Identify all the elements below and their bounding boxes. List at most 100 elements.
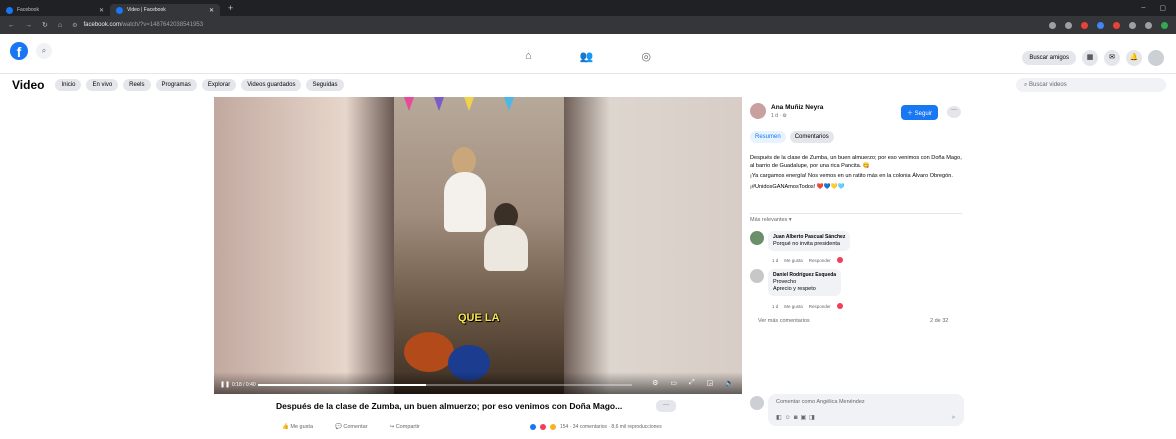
pill-programas[interactable]: Programas xyxy=(155,79,197,91)
forward-icon[interactable]: → xyxy=(25,22,32,29)
home-icon[interactable]: ⌂ xyxy=(58,22,62,29)
video-stats: 154 · 34 comentarios · 8,6 mil reproducc… xyxy=(530,424,662,430)
follow-label: Seguir xyxy=(914,111,933,117)
extensions-puzzle-icon[interactable] xyxy=(1129,21,1136,29)
pill-explorar[interactable]: Explorar xyxy=(201,79,237,91)
commenter-name[interactable]: Juan Alberto Pascual Sánchez xyxy=(773,234,845,241)
comment-meta: 1 d Me gusta Responder xyxy=(772,303,843,309)
messenger-icon[interactable]: ✉ xyxy=(1104,50,1120,66)
commenter-avatar[interactable] xyxy=(750,231,764,245)
video-subnav: Video Inicio En vivo Reels Programas Exp… xyxy=(0,74,1176,96)
sort-relevance-dropdown[interactable]: Más relevantes ▾ xyxy=(750,217,792,223)
back-icon[interactable]: ← xyxy=(8,22,15,29)
close-tab-icon[interactable]: ✕ xyxy=(209,7,214,14)
video-player[interactable]: QUE LA ❚❚ 0:18 / 0:40 ⚙ ▭ ⤢ ◲ 🔈 xyxy=(214,97,742,394)
like-reaction-icon xyxy=(530,424,536,430)
comment-like-button[interactable]: Me gusta xyxy=(784,304,803,309)
decor-flag xyxy=(504,97,514,111)
menu-grid-icon[interactable]: ▦ xyxy=(1082,50,1098,66)
extension-icon[interactable] xyxy=(1097,21,1104,29)
author-name[interactable]: Ana Muñiz Neyra xyxy=(771,104,823,111)
comment-button[interactable]: 💬 Comentar xyxy=(335,424,368,430)
video-title: Después de la clase de Zumba, un buen al… xyxy=(276,401,623,411)
url-field[interactable]: ⚙ facebook.com/watch/?v=1487642038541953 xyxy=(72,22,203,29)
follow-button[interactable]: ＋ Seguir xyxy=(901,105,939,120)
tab-comentarios[interactable]: Comentarios xyxy=(789,131,834,143)
tab-resumen[interactable]: Resumen xyxy=(750,131,786,143)
window-controls: – ▢ xyxy=(1141,4,1176,12)
progress-bar[interactable] xyxy=(258,384,632,386)
facebook-logo-icon[interactable]: f xyxy=(10,42,28,60)
pill-reels[interactable]: Reels xyxy=(123,79,151,91)
captions-icon[interactable]: ▭ xyxy=(670,379,677,387)
profile-avatar[interactable] xyxy=(1148,50,1164,66)
time-display: 0:18 / 0:40 xyxy=(232,382,256,388)
stats-text[interactable]: 154 · 34 comentarios · 8,6 mil reproducc… xyxy=(560,424,662,430)
home-nav-icon[interactable]: ⌂ xyxy=(525,50,532,63)
share-label: Compartir xyxy=(395,424,420,430)
player-control-icons: ⚙ ▭ ⤢ ◲ 🔈 xyxy=(652,379,734,387)
comment-reply-button[interactable]: Responder xyxy=(809,258,831,263)
comment-like-button[interactable]: Me gusta xyxy=(784,258,803,263)
more-options-button[interactable]: ··· xyxy=(656,400,676,412)
emoji-icon[interactable]: ☺ xyxy=(785,415,794,421)
volume-icon[interactable]: 🔈 xyxy=(725,379,734,387)
person-head xyxy=(452,147,476,175)
maximize-icon[interactable]: ▢ xyxy=(1159,4,1166,12)
post-hashtag[interactable]: ¡#UnidosGANAmosTodos! ❤️💙💛🩵 xyxy=(750,184,962,192)
comment-input[interactable]: Comentar como Angélica Menéndez ◧☺◙▣◨ ➤ xyxy=(768,394,964,426)
browser-tab-video[interactable]: Video | Facebook ✕ xyxy=(110,4,220,16)
extension-icon[interactable] xyxy=(1081,21,1088,29)
like-button[interactable]: 👍 Me gusta xyxy=(282,424,313,430)
share-button[interactable]: ↪ Compartir xyxy=(390,424,420,430)
comment-page-count: 2 de 32 xyxy=(930,318,949,324)
extension-icon[interactable] xyxy=(1049,21,1056,29)
comment-text: Provecho xyxy=(773,279,797,285)
browser-tab-facebook[interactable]: Facebook ✕ xyxy=(0,4,110,16)
header-actions: Buscar amigos ▦ ✉ 🔔 xyxy=(1022,50,1164,66)
search-icon[interactable]: ⌕ xyxy=(36,43,52,59)
new-tab-icon[interactable]: + xyxy=(228,3,233,13)
bookmark-star-icon[interactable] xyxy=(1065,21,1072,29)
extensions-area xyxy=(1049,21,1168,29)
panel-more-icon[interactable]: ··· xyxy=(947,106,961,118)
pill-seguidas[interactable]: Seguidas xyxy=(306,79,344,91)
commenter-avatar[interactable] xyxy=(750,269,764,283)
comment-composer: Comentar como Angélica Menéndez ◧☺◙▣◨ ➤ xyxy=(750,394,964,428)
comment-reply-button[interactable]: Responder xyxy=(809,304,831,309)
reload-icon[interactable]: ↻ xyxy=(42,21,48,29)
sticker-icon[interactable]: ◧ xyxy=(776,415,785,421)
player-controls: ❚❚ 0:18 / 0:40 ⚙ ▭ ⤢ ◲ 🔈 xyxy=(214,372,742,394)
pause-icon[interactable]: ❚❚ xyxy=(220,381,230,388)
find-friends-button[interactable]: Buscar amigos xyxy=(1022,51,1076,65)
extension-icon[interactable] xyxy=(1113,21,1120,29)
profile-icon[interactable] xyxy=(1161,21,1168,29)
see-more-comments-link[interactable]: Ver más comentarios xyxy=(758,318,810,324)
friends-nav-icon[interactable]: 👥 xyxy=(580,50,594,63)
decor-flag xyxy=(404,97,414,111)
comment-time: 1 d xyxy=(772,303,779,309)
decor-flag xyxy=(434,97,444,111)
pill-videos-guardados[interactable]: Videos guardados xyxy=(241,79,302,91)
love-reaction-icon xyxy=(540,424,546,430)
care-reaction-icon xyxy=(550,424,556,430)
expand-icon[interactable]: ⤢ xyxy=(689,379,695,387)
person-figure xyxy=(484,225,528,271)
commenter-name[interactable]: Daniel Rodríguez Esqueda xyxy=(773,272,836,279)
close-tab-icon[interactable]: ✕ xyxy=(99,7,104,14)
groups-nav-icon[interactable]: ◎ xyxy=(641,50,651,63)
send-icon[interactable]: ➤ xyxy=(951,414,956,421)
site-info-icon[interactable]: ⚙ xyxy=(72,22,77,29)
pill-en-vivo[interactable]: En vivo xyxy=(86,79,119,91)
post-paragraph: Después de la clase de Zumba, un buen al… xyxy=(750,155,962,169)
avatar-sticker-icon[interactable]: ◨ xyxy=(809,415,818,421)
notifications-bell-icon[interactable]: 🔔 xyxy=(1126,50,1142,66)
author-avatar[interactable] xyxy=(750,103,766,119)
sidebar-icon[interactable] xyxy=(1145,21,1152,29)
pill-inicio[interactable]: Inicio xyxy=(55,79,82,91)
pip-icon[interactable]: ◲ xyxy=(707,379,714,387)
gif-icon[interactable]: ▣ xyxy=(800,415,809,421)
minimize-icon[interactable]: – xyxy=(1141,4,1145,12)
video-search-input[interactable]: ⌕ Buscar videos xyxy=(1016,78,1166,92)
settings-gear-icon[interactable]: ⚙ xyxy=(652,379,658,387)
